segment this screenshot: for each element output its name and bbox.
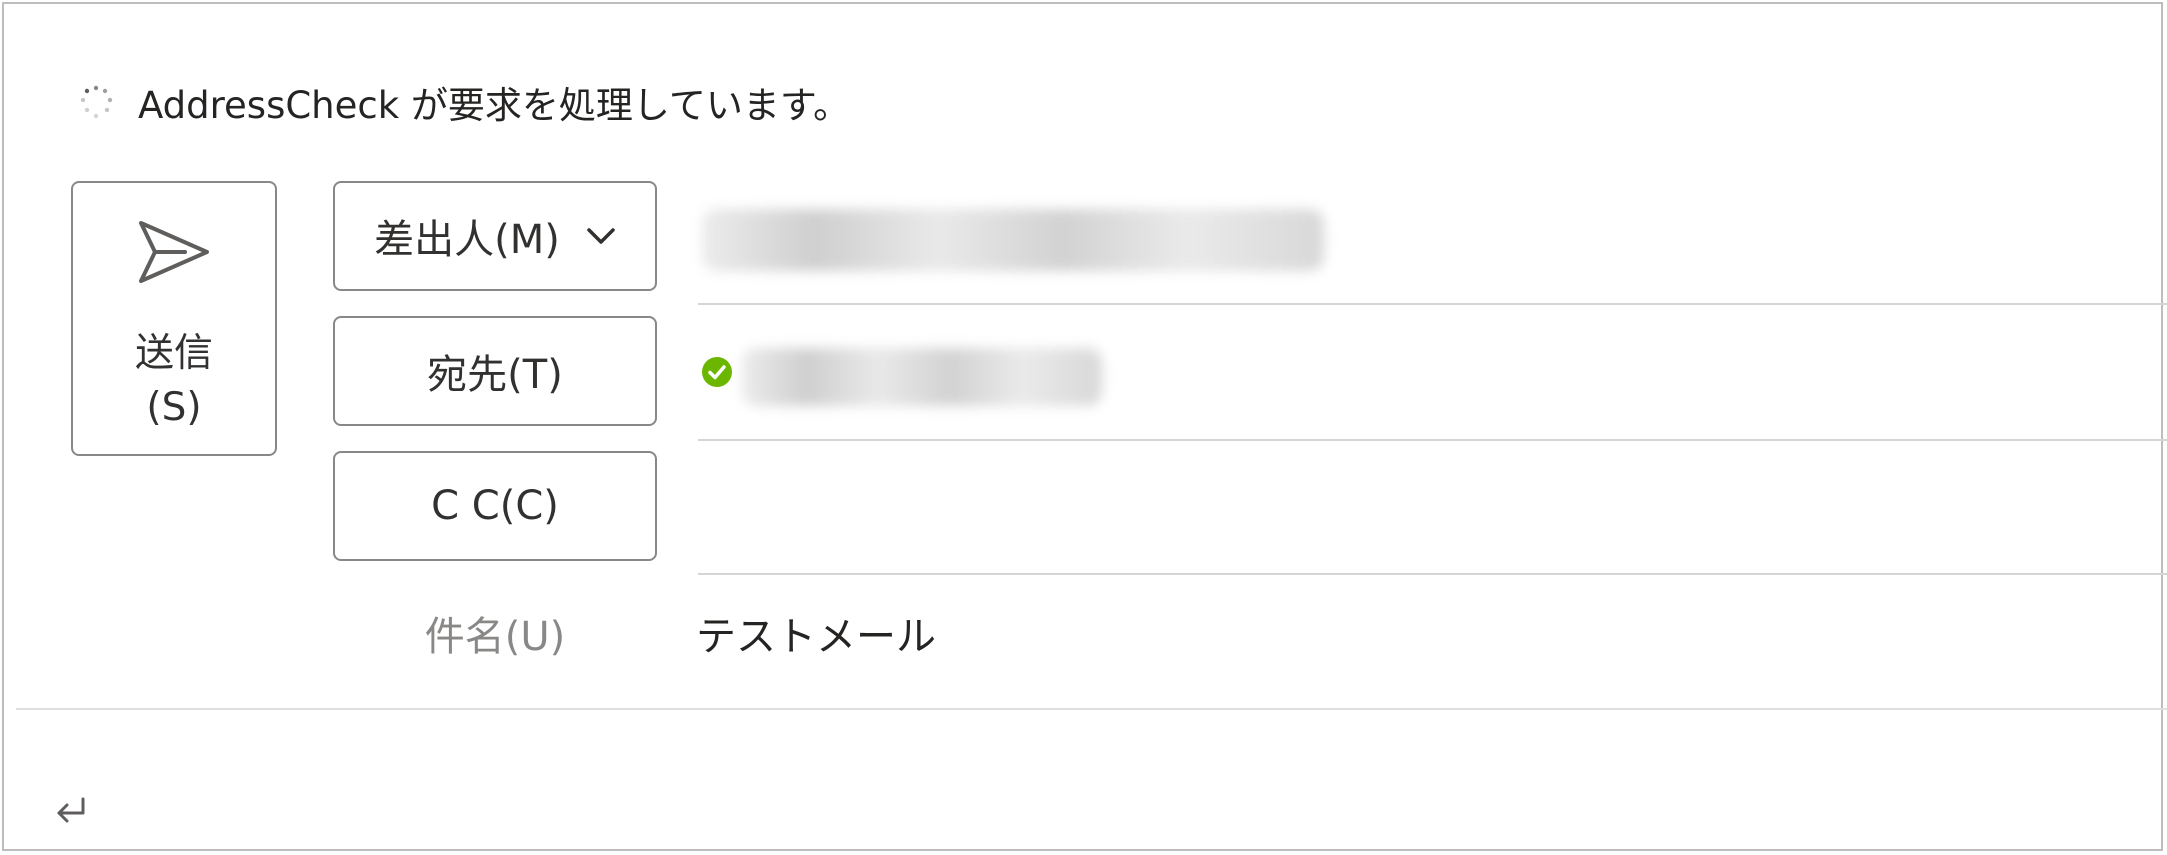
cc-button-label: C C(C): [431, 483, 559, 529]
chevron-down-icon: [587, 228, 615, 244]
send-button-label: 送信 (S): [134, 331, 213, 430]
loading-spinner-icon: [80, 85, 113, 119]
cc-button[interactable]: C C(C): [333, 451, 657, 561]
subject-label: 件名(U): [424, 614, 566, 660]
from-field-line: [698, 303, 2167, 305]
send-icon: [139, 221, 209, 283]
to-recipient-redacted[interactable]: [742, 348, 1102, 406]
send-button[interactable]: 送信 (S): [71, 181, 277, 456]
to-field-line: [698, 439, 2167, 441]
from-button[interactable]: 差出人(M): [333, 181, 657, 291]
to-button-label: 宛先(T): [427, 352, 563, 398]
cc-field-line: [698, 573, 2167, 575]
status-text: AddressCheck が要求を処理しています。: [138, 84, 851, 127]
to-button[interactable]: 宛先(T): [333, 316, 657, 426]
status-bar: AddressCheck が要求を処理しています。: [76, 74, 850, 130]
compose-panel: AddressCheck が要求を処理しています。 送信 (S) 差出人(M) …: [2, 2, 2167, 851]
from-address-redacted[interactable]: [702, 209, 1324, 271]
from-button-label: 差出人(M): [374, 217, 560, 263]
subject-input[interactable]: テストメール: [696, 604, 936, 662]
check-circle-icon: [702, 357, 732, 387]
enter-return-icon: [57, 797, 85, 823]
body-divider: [16, 708, 2167, 710]
